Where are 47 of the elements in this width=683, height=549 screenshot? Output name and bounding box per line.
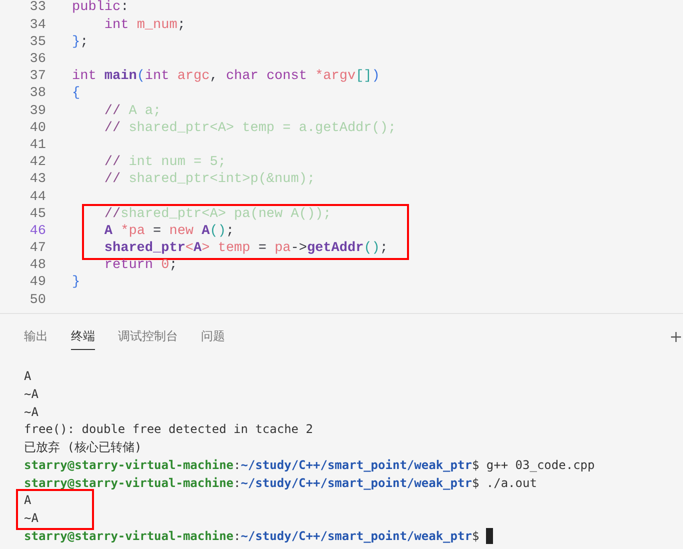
terminal-line: ~A [24, 404, 38, 420]
line-number: 35 [28, 34, 46, 52]
code-line: // shared_ptr<int>p(&num); [103, 171, 316, 190]
line-number: 34 [28, 16, 46, 35]
code-line: A *pa = new A(); [103, 222, 234, 241]
line-number: 43 [28, 171, 46, 190]
code-line: } [72, 274, 80, 292]
line-number: 50 [28, 292, 46, 310]
terminal-line: starry@starry-virtual-machine:~/study/C++/smart_point/weak_ptr$ ./a.out [24, 474, 537, 492]
line-number: 46 [28, 222, 46, 241]
terminal-line: free(): double free detected in tcache 2 [24, 421, 313, 438]
terminal-line: ~A [24, 386, 38, 403]
terminal-line: ~A [24, 510, 38, 528]
line-number: 40 [28, 120, 46, 138]
line-number: 37 [28, 68, 46, 86]
panel-tab[interactable]: 输出 [24, 324, 48, 350]
terminal-line: starry@starry-virtual-machine:~/study/C++/smart_point/weak_ptr$ [24, 528, 480, 546]
code-line: int m_num; [103, 16, 186, 35]
line-number: 38 [28, 85, 46, 104]
code-line: public: [72, 0, 129, 18]
code-line: int main(int argc, char const *argv[]) [72, 68, 380, 86]
line-number: 42 [28, 154, 46, 172]
line-number: 45 [28, 206, 46, 224]
line-number: 48 [28, 257, 46, 276]
line-number: 49 [28, 274, 46, 292]
terminal-line: A [24, 492, 32, 510]
plus-icon[interactable] [671, 332, 681, 342]
line-number: 47 [28, 240, 46, 258]
code-line: //shared_ptr<A> pa(new A()); [103, 206, 332, 224]
code-line: { [72, 85, 80, 104]
panel-tab[interactable]: 调试控制台 [118, 324, 178, 350]
line-number: 39 [28, 102, 46, 121]
terminal-line: A [24, 368, 32, 385]
line-number: 41 [28, 136, 46, 155]
terminal-line: starry@starry-virtual-machine:~/study/C++/smart_point/weak_ptr$ g++ 03_code.cpp [24, 456, 595, 474]
line-number: 44 [28, 188, 46, 207]
line-number: 33 [28, 0, 46, 18]
code-line: // shared_ptr<A> temp = a.getAddr(); [103, 120, 396, 138]
code-line: return 0; [103, 257, 178, 276]
code-line: // A a; [103, 102, 162, 121]
code-line: }; [72, 34, 88, 52]
code-line: shared_ptr<A> temp = pa->getAddr(); [103, 240, 388, 258]
line-number: 36 [28, 51, 46, 70]
panel-tab[interactable]: 问题 [201, 324, 225, 350]
terminal-line: 已放弃 (核心已转储) [24, 439, 142, 456]
panel-tab[interactable]: 终端 [71, 324, 95, 350]
code-line: // int num = 5; [103, 154, 226, 172]
